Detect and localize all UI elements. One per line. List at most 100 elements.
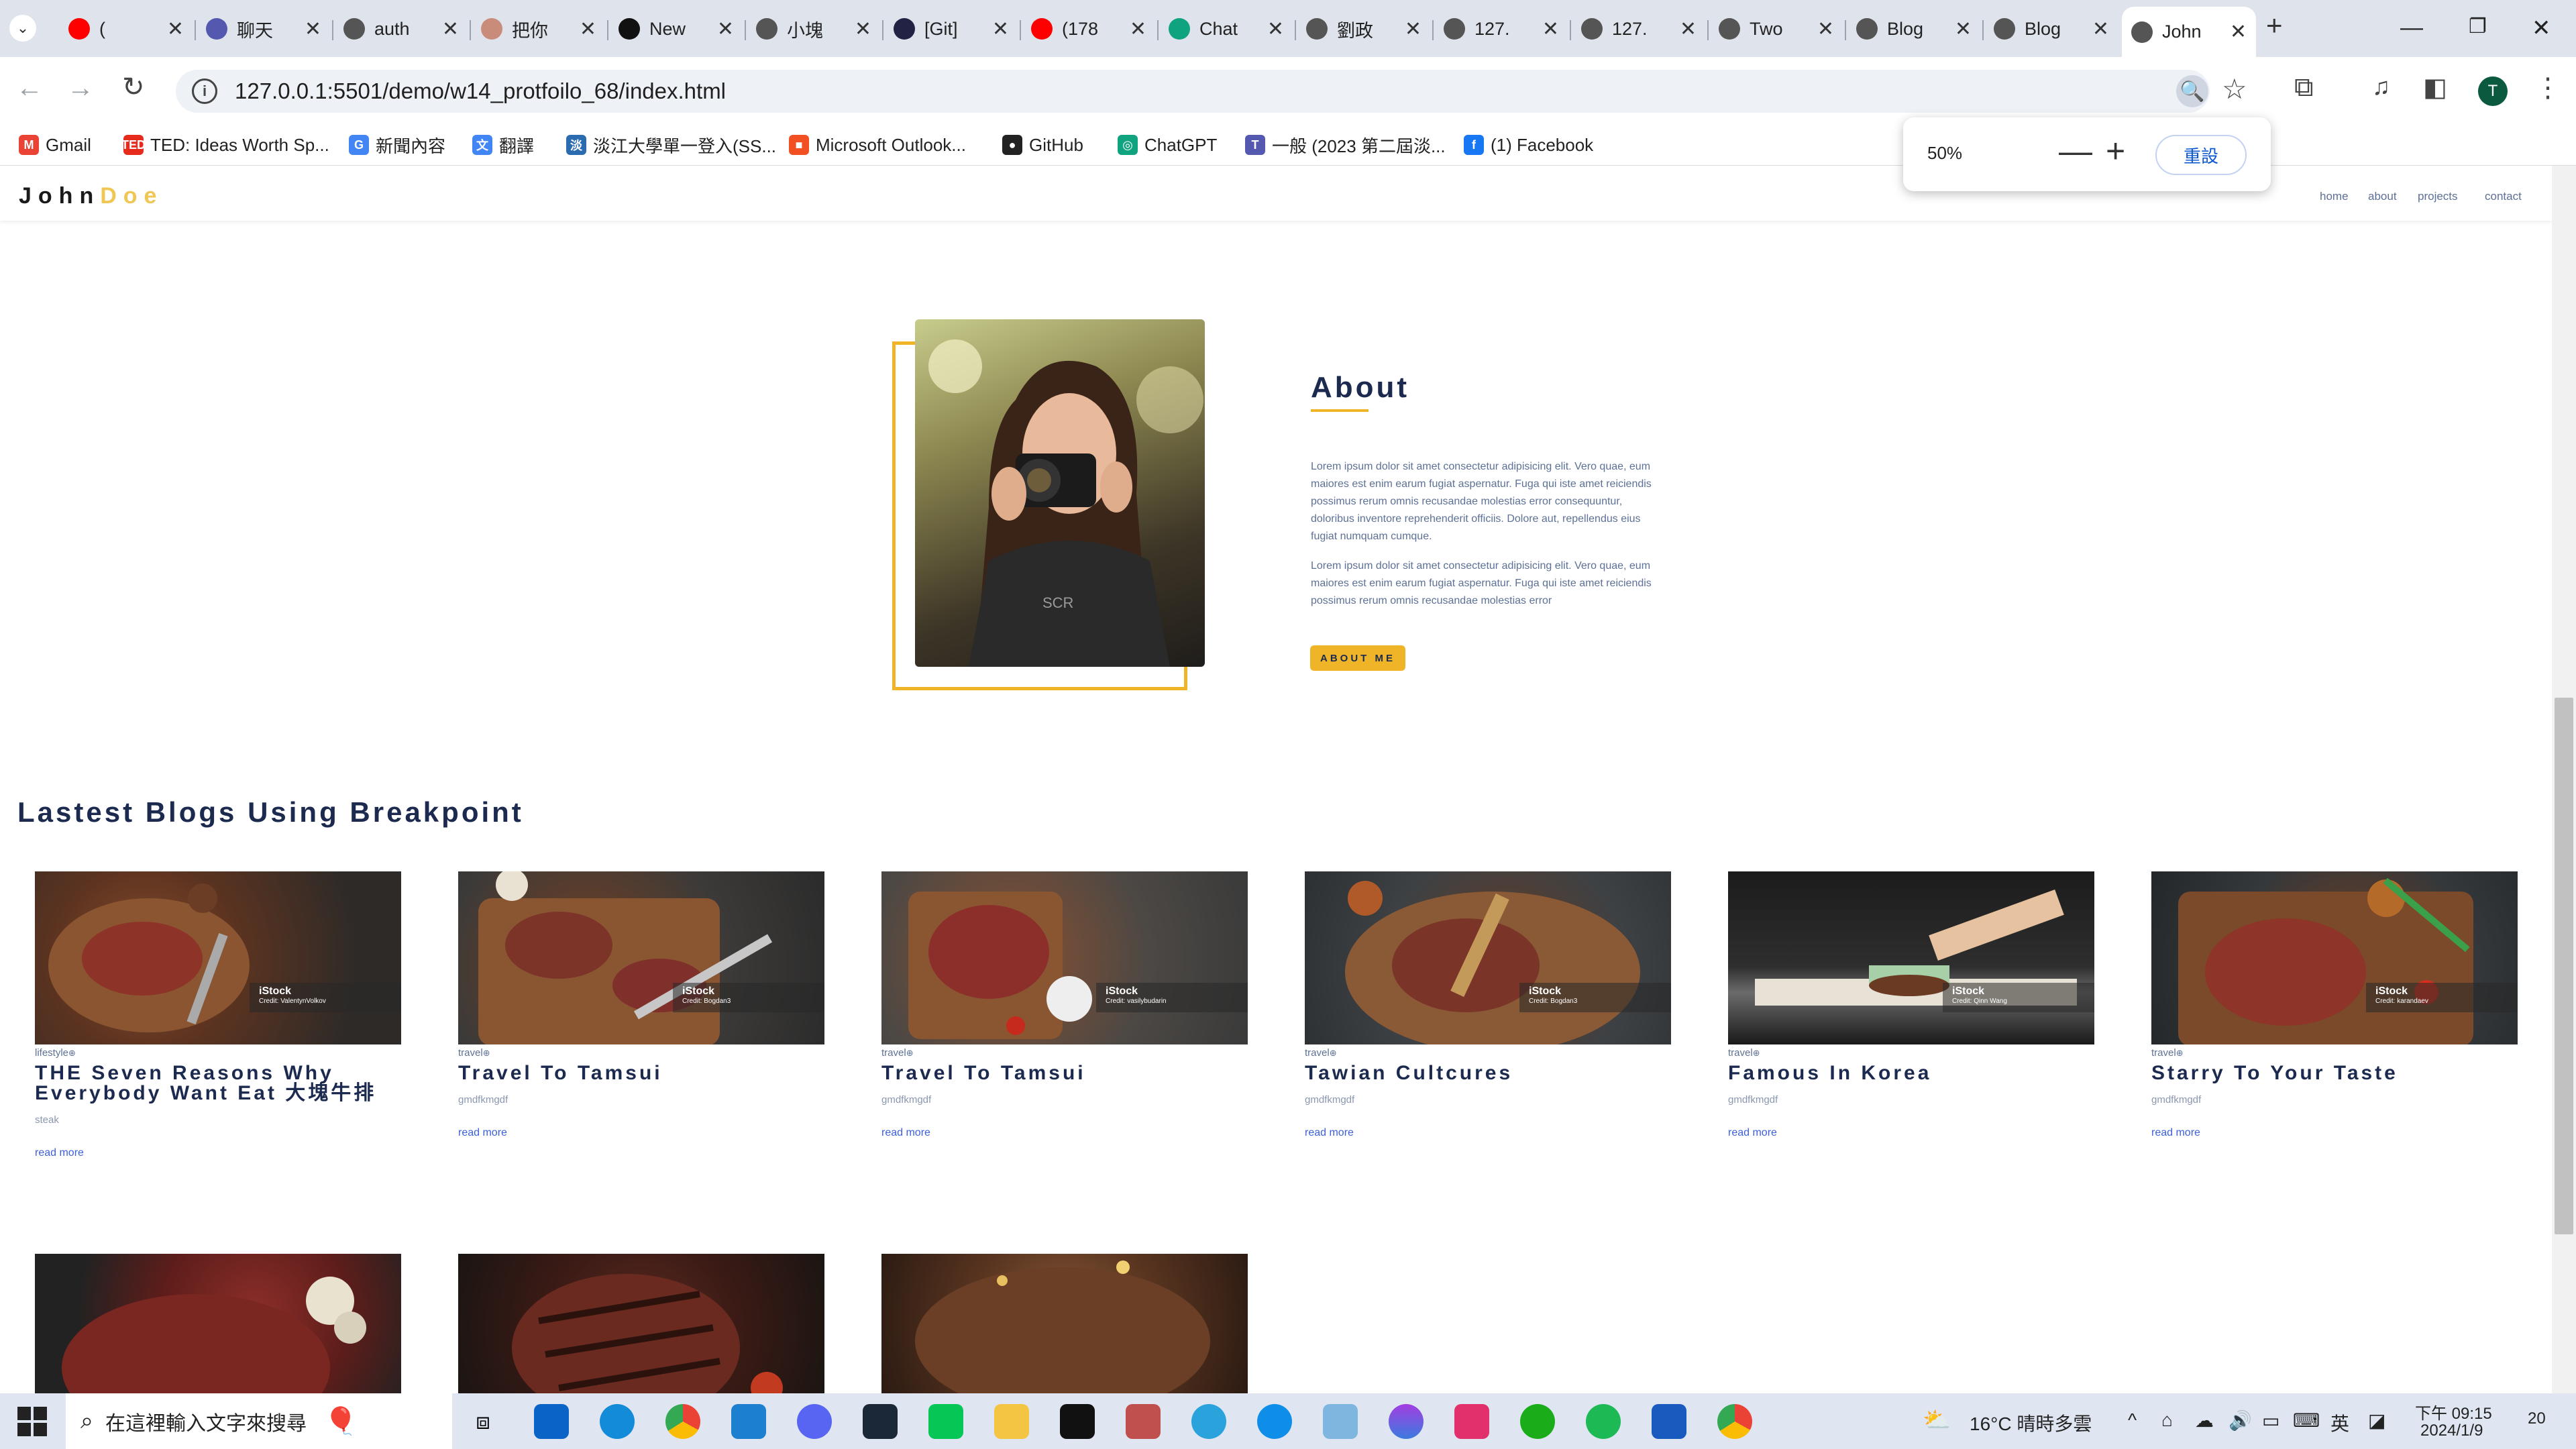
read-more-link[interactable]: read more bbox=[881, 1127, 1248, 1139]
spotify-icon[interactable] bbox=[1586, 1404, 1621, 1439]
browser-tab[interactable]: [Git] ✕ bbox=[884, 11, 1018, 47]
browser-tab[interactable]: Two ✕ bbox=[1709, 11, 1843, 47]
teamviewer-icon[interactable] bbox=[1257, 1404, 1292, 1439]
blog-card-image[interactable] bbox=[35, 1254, 401, 1393]
browser-tab[interactable]: New ✕ bbox=[609, 11, 743, 47]
close-tab-icon[interactable]: ✕ bbox=[1955, 17, 1972, 41]
word-icon[interactable] bbox=[1652, 1404, 1686, 1439]
close-tab-icon[interactable]: ✕ bbox=[992, 17, 1009, 41]
notification-count[interactable]: 20 bbox=[2528, 1409, 2546, 1428]
clock-time[interactable]: 下午 09:15 bbox=[2415, 1400, 2492, 1424]
browser-tab[interactable]: Blog ✕ bbox=[1984, 11, 2118, 47]
close-tab-icon[interactable]: ✕ bbox=[305, 17, 321, 41]
bookmark-item[interactable]: T 一般 (2023 第二屆淡... bbox=[1245, 133, 1446, 157]
blog-card-title[interactable]: THE Seven Reasons Why Everybody Want Eat… bbox=[35, 1063, 401, 1104]
close-tab-icon[interactable]: ✕ bbox=[1130, 17, 1146, 41]
onedrive-icon[interactable]: ☁ bbox=[2195, 1409, 2214, 1432]
notepad-icon[interactable] bbox=[1323, 1404, 1358, 1439]
blog-card-title[interactable]: Famous In Korea bbox=[1728, 1063, 2094, 1083]
vscode-icon[interactable] bbox=[731, 1404, 766, 1439]
app-icon[interactable] bbox=[1126, 1404, 1161, 1439]
telegram-icon[interactable] bbox=[1191, 1404, 1226, 1439]
bookmark-item[interactable]: ■ Microsoft Outlook... bbox=[789, 133, 966, 157]
scrollbar-thumb[interactable] bbox=[2555, 698, 2573, 1234]
blog-card-image[interactable] bbox=[881, 1254, 1248, 1393]
weather-icon[interactable]: ⛅ bbox=[1923, 1407, 1951, 1434]
ime-indicator[interactable]: 英 bbox=[2330, 1409, 2349, 1436]
browser-tab[interactable]: (178 ✕ bbox=[1022, 11, 1156, 47]
close-tab-icon[interactable]: ✕ bbox=[1542, 17, 1559, 41]
media-control-icon[interactable]: ♫ bbox=[2372, 72, 2390, 101]
nav-projects[interactable]: projects bbox=[2418, 190, 2458, 203]
zoom-in-button[interactable]: + bbox=[2106, 132, 2125, 170]
wechat-icon[interactable] bbox=[1520, 1404, 1555, 1439]
extensions-icon[interactable]: ⧉ bbox=[2294, 72, 2314, 103]
discord-icon[interactable] bbox=[797, 1404, 832, 1439]
back-icon[interactable]: ← bbox=[16, 73, 43, 103]
clock-date[interactable]: 2024/1/9 bbox=[2420, 1421, 2483, 1440]
close-tab-icon[interactable]: ✕ bbox=[167, 17, 184, 41]
bookmark-item[interactable]: f (1) Facebook bbox=[1464, 133, 1593, 157]
close-tab-icon[interactable]: ✕ bbox=[1680, 17, 1697, 41]
read-more-link[interactable]: read more bbox=[458, 1127, 824, 1139]
bookmark-item[interactable]: ◎ ChatGPT bbox=[1118, 133, 1217, 157]
browser-tab[interactable]: 劉政 ✕ bbox=[1297, 11, 1431, 47]
taskbar-search[interactable]: ⌕ 在這裡輸入文字來搜尋 🎈 bbox=[66, 1393, 452, 1449]
reload-icon[interactable]: ↻ bbox=[122, 72, 145, 103]
bookmark-item[interactable]: ● GitHub bbox=[1002, 133, 1083, 157]
start-button[interactable] bbox=[17, 1407, 47, 1436]
site-info-icon[interactable]: i bbox=[192, 78, 217, 104]
browser-tab[interactable]: Chat ✕ bbox=[1159, 11, 1293, 47]
bookmark-item[interactable]: 文翻譯 bbox=[472, 133, 534, 157]
close-tab-icon[interactable]: ✕ bbox=[2230, 20, 2247, 44]
browser-tab[interactable]: 聊天 ✕ bbox=[197, 11, 331, 47]
close-tab-icon[interactable]: ✕ bbox=[442, 17, 459, 41]
file-explorer-icon[interactable] bbox=[994, 1404, 1029, 1439]
nav-contact[interactable]: contact bbox=[2485, 190, 2522, 203]
browser-tab[interactable]: 127. ✕ bbox=[1572, 11, 1706, 47]
capcut-icon[interactable] bbox=[1060, 1404, 1095, 1439]
close-tab-icon[interactable]: ✕ bbox=[1817, 17, 1834, 41]
keyboard-icon[interactable]: ⌨ bbox=[2293, 1409, 2320, 1432]
forward-icon[interactable]: → bbox=[67, 73, 94, 103]
zoom-reset-button[interactable]: 重設 bbox=[2155, 135, 2247, 175]
read-more-link[interactable]: read more bbox=[35, 1147, 401, 1159]
zoom-out-button[interactable]: — bbox=[2059, 132, 2092, 170]
tab-search-button[interactable]: ⌄ bbox=[9, 15, 36, 42]
blog-card-title[interactable]: Tawian Cultcures bbox=[1305, 1063, 1671, 1083]
close-tab-icon[interactable]: ✕ bbox=[2092, 17, 2109, 41]
side-panel-icon[interactable]: ◧ bbox=[2423, 72, 2447, 103]
browser-tab[interactable]: 127. ✕ bbox=[1434, 11, 1568, 47]
browser-tab[interactable]: Blog ✕ bbox=[1847, 11, 1981, 47]
blog-card-image[interactable]: iStock Credit: vasilybudarin bbox=[881, 871, 1248, 1044]
blog-card-title[interactable]: Travel To Tamsui bbox=[881, 1063, 1248, 1083]
close-tab-icon[interactable]: ✕ bbox=[1267, 17, 1284, 41]
read-more-link[interactable]: read more bbox=[2151, 1127, 2518, 1139]
bookmark-item[interactable]: TED TED: Ideas Worth Sp... bbox=[121, 133, 329, 157]
blog-card-image[interactable]: iStock Credit: karandaev bbox=[2151, 871, 2518, 1044]
restore-button[interactable]: ❐ bbox=[2469, 15, 2487, 38]
bookmark-item[interactable]: G 新聞內容 bbox=[349, 133, 445, 157]
network-icon[interactable]: ⌂ bbox=[2161, 1409, 2173, 1431]
line-icon[interactable] bbox=[928, 1404, 963, 1439]
instagram-icon[interactable] bbox=[1454, 1404, 1489, 1439]
bookmark-star-icon[interactable]: ☆ bbox=[2222, 72, 2247, 105]
display-icon[interactable]: ▭ bbox=[2262, 1409, 2279, 1432]
blog-card-image[interactable] bbox=[458, 1254, 824, 1393]
chrome-icon[interactable] bbox=[1717, 1404, 1752, 1439]
url-text[interactable]: 127.0.0.1:5501/demo/w14_protfoilo_68/ind… bbox=[235, 78, 726, 104]
task-view-icon[interactable]: ⧈ bbox=[466, 1404, 500, 1439]
blog-card-title[interactable]: Starry To Your Taste bbox=[2151, 1063, 2518, 1083]
blog-card-title[interactable]: Travel To Tamsui bbox=[458, 1063, 824, 1083]
bookmark-item[interactable]: M Gmail bbox=[19, 133, 91, 157]
ime-mode-icon[interactable]: ◪ bbox=[2368, 1409, 2385, 1432]
read-more-link[interactable]: read more bbox=[1728, 1127, 2094, 1139]
close-tab-icon[interactable]: ✕ bbox=[1405, 17, 1421, 41]
address-bar[interactable]: i 127.0.0.1:5501/demo/w14_protfoilo_68/i… bbox=[176, 70, 2210, 113]
close-tab-icon[interactable]: ✕ bbox=[855, 17, 871, 41]
blog-card-image[interactable]: iStock Credit: Qinn Wang bbox=[1728, 871, 2094, 1044]
new-tab-button[interactable]: + bbox=[2266, 9, 2283, 42]
close-tab-icon[interactable]: ✕ bbox=[580, 17, 596, 41]
browser-tab[interactable]: John ✕ bbox=[2122, 7, 2256, 57]
close-window-button[interactable]: ✕ bbox=[2532, 15, 2551, 42]
